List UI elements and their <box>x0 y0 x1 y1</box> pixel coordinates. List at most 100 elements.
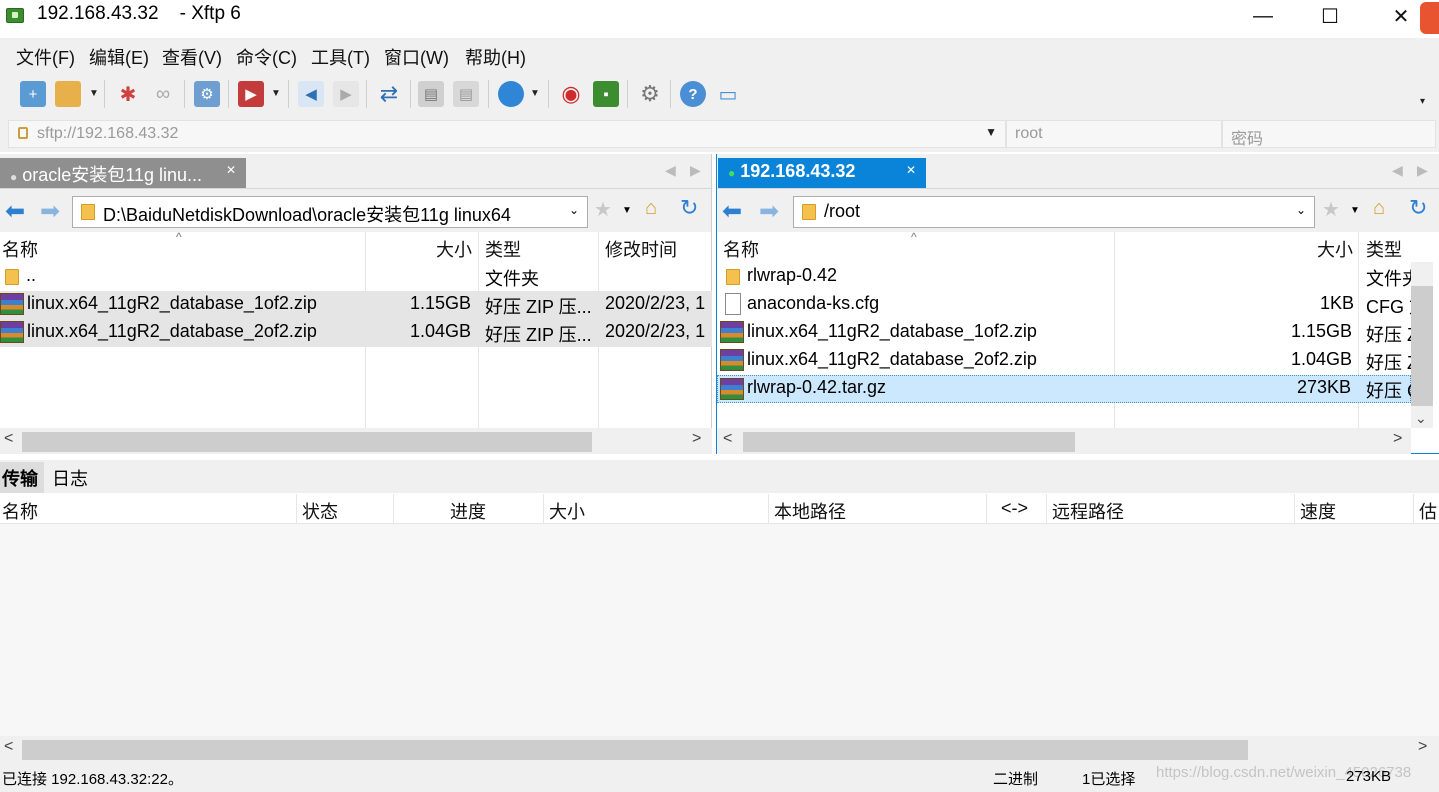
properties-icon[interactable]: ⚙ <box>194 81 220 107</box>
scroll-right-icon[interactable]: > <box>692 430 701 448</box>
refresh-icon[interactable]: ↻ <box>680 195 698 221</box>
local-path-input[interactable]: D:\BaiduNetdiskDownload\oracle安装包11g lin… <box>72 196 588 228</box>
col-speed-header[interactable]: 速度 <box>1300 498 1336 524</box>
scrollbar-thumb[interactable] <box>22 432 592 452</box>
favorite-dropdown-icon[interactable]: ▼ <box>1350 205 1360 216</box>
back-icon[interactable]: ⬅ <box>722 197 742 226</box>
upload-icon[interactable]: ◀ <box>298 81 324 107</box>
table-row[interactable]: .. 文件夹 <box>0 263 712 291</box>
table-row-selected[interactable]: rlwrap-0.42.tar.gz 273KB 好压 G <box>717 375 1421 403</box>
favorite-star-icon[interactable]: ★ <box>594 197 612 222</box>
col-type-header[interactable]: 类型 <box>485 236 521 262</box>
open-dropdown-icon[interactable]: ▼ <box>89 88 99 99</box>
table-row[interactable]: rlwrap-0.42 文件夹 <box>717 263 1420 291</box>
col-direction-header[interactable]: <-> <box>1001 498 1028 519</box>
tab-scroll-right-icon[interactable]: ▶ <box>690 162 701 179</box>
password-input[interactable]: 密码 <box>1222 120 1436 148</box>
col-name-header[interactable]: 名称 <box>723 236 759 262</box>
col-name-header[interactable]: 名称 <box>2 498 38 524</box>
xftp-icon[interactable]: ▪ <box>593 81 619 107</box>
close-button[interactable]: ✕ <box>1378 0 1424 32</box>
local-horizontal-scrollbar[interactable]: < > <box>0 428 712 454</box>
col-status-header[interactable]: 状态 <box>302 498 338 524</box>
menu-window[interactable]: 窗口(W) <box>384 44 449 70</box>
disconnect-icon[interactable]: ✱ <box>115 81 141 107</box>
scrollbar-thumb[interactable] <box>22 740 1248 760</box>
remote-vertical-scrollbar[interactable]: ⌄ <box>1411 262 1433 428</box>
settings-icon[interactable]: ⚙ <box>637 81 663 107</box>
minimize-button[interactable]: — <box>1240 0 1286 32</box>
table-row[interactable]: linux.x64_11gR2_database_2of2.zip 1.04GB… <box>717 347 1418 375</box>
favorite-star-icon[interactable]: ★ <box>1322 197 1340 222</box>
scroll-down-icon[interactable]: ⌄ <box>1415 410 1427 427</box>
col-remote-path-header[interactable]: 远程路径 <box>1052 498 1124 524</box>
favorite-dropdown-icon[interactable]: ▼ <box>622 205 632 216</box>
refresh-icon[interactable]: ↻ <box>1409 195 1427 221</box>
scroll-right-icon[interactable]: > <box>1418 738 1427 756</box>
download-icon[interactable]: ▶ <box>333 81 359 107</box>
menu-edit[interactable]: 编辑(E) <box>89 44 149 70</box>
table-row[interactable]: linux.x64_11gR2_database_1of2.zip 1.15GB… <box>0 291 712 319</box>
copy-icon[interactable]: ▤ <box>418 81 444 107</box>
menu-help[interactable]: 帮助(H) <box>465 44 526 70</box>
address-dropdown-icon[interactable]: ▼ <box>985 125 997 139</box>
tab-scroll-left-icon[interactable]: ◀ <box>1392 162 1403 179</box>
menu-file[interactable]: 文件(F) <box>16 44 75 70</box>
menu-tools[interactable]: 工具(T) <box>311 44 370 70</box>
scroll-left-icon[interactable]: < <box>723 430 732 448</box>
table-row[interactable]: anaconda-ks.cfg 1KB CFG 文 <box>717 291 1427 319</box>
scrollbar-thumb[interactable] <box>1411 286 1433 406</box>
forward-icon[interactable]: ➡ <box>40 197 60 226</box>
host-address-input[interactable]: sftp://192.168.43.32 ▼ <box>8 120 1006 148</box>
home-icon[interactable]: ⌂ <box>1373 197 1385 220</box>
col-size-header[interactable]: 大小 <box>1317 236 1353 262</box>
transfer-horizontal-scrollbar[interactable]: < > <box>0 736 1439 762</box>
tab-log[interactable]: 日志 <box>52 465 88 491</box>
path-dropdown-icon[interactable]: ⌄ <box>569 203 579 217</box>
col-estimate-header[interactable]: 估 <box>1419 498 1439 524</box>
reconnect-icon[interactable]: ∞ <box>150 81 176 107</box>
forward-icon[interactable]: ➡ <box>759 197 779 226</box>
maximize-button[interactable]: ☐ <box>1307 0 1353 32</box>
open-folder-icon[interactable] <box>55 81 81 107</box>
scroll-left-icon[interactable]: < <box>4 738 13 756</box>
back-icon[interactable]: ⬅ <box>5 197 25 226</box>
play-icon[interactable]: ▶ <box>238 81 264 107</box>
tab-transfer[interactable]: 传输 <box>0 462 44 493</box>
col-local-path-header[interactable]: 本地路径 <box>774 498 846 524</box>
remote-horizontal-scrollbar[interactable]: < > <box>717 428 1411 454</box>
scrollbar-thumb[interactable] <box>743 432 1075 452</box>
menu-command[interactable]: 命令(C) <box>236 44 297 70</box>
tab-remote-session[interactable]: ● 192.168.43.32 ✕ <box>718 158 926 188</box>
scroll-left-icon[interactable]: < <box>4 430 13 448</box>
menu-view[interactable]: 查看(V) <box>162 44 222 70</box>
col-modified-header[interactable]: 修改时间 <box>605 236 677 262</box>
col-progress-header[interactable]: 进度 <box>450 498 486 524</box>
paste-icon[interactable]: ▤ <box>453 81 479 107</box>
tab-close-icon[interactable]: ✕ <box>226 163 236 177</box>
tab-close-icon[interactable]: ✕ <box>906 163 916 177</box>
xshell-icon[interactable]: ◉ <box>558 81 584 107</box>
tab-scroll-right-icon[interactable]: ▶ <box>1417 162 1428 179</box>
username-input[interactable]: root <box>1006 120 1222 148</box>
table-row[interactable]: linux.x64_11gR2_database_1of2.zip 1.15GB… <box>717 319 1418 347</box>
play-dropdown-icon[interactable]: ▼ <box>271 88 281 99</box>
col-type-header[interactable]: 类型 <box>1366 236 1402 262</box>
chat-icon[interactable]: ▭ <box>715 81 741 107</box>
tab-local-folder[interactable]: ● oracle安装包11g linu... ✕ <box>0 158 246 188</box>
sync-icon[interactable]: ⇄ <box>376 81 402 107</box>
tab-scroll-left-icon[interactable]: ◀ <box>665 162 676 179</box>
col-size-header[interactable]: 大小 <box>549 498 585 524</box>
table-row[interactable]: linux.x64_11gR2_database_2of2.zip 1.04GB… <box>0 319 712 347</box>
remote-path-input[interactable]: /root ⌄ <box>793 196 1315 228</box>
toolbar-overflow-icon[interactable]: ▾ <box>1420 96 1425 107</box>
home-icon[interactable]: ⌂ <box>645 197 657 220</box>
scroll-right-icon[interactable]: > <box>1393 430 1402 448</box>
col-name-header[interactable]: 名称 <box>2 236 38 262</box>
path-dropdown-icon[interactable]: ⌄ <box>1296 203 1306 217</box>
globe-icon[interactable] <box>498 81 524 107</box>
help-icon[interactable]: ? <box>680 81 706 107</box>
globe-dropdown-icon[interactable]: ▼ <box>530 88 540 99</box>
new-session-icon[interactable]: + <box>20 81 46 107</box>
col-size-header[interactable]: 大小 <box>436 236 472 262</box>
